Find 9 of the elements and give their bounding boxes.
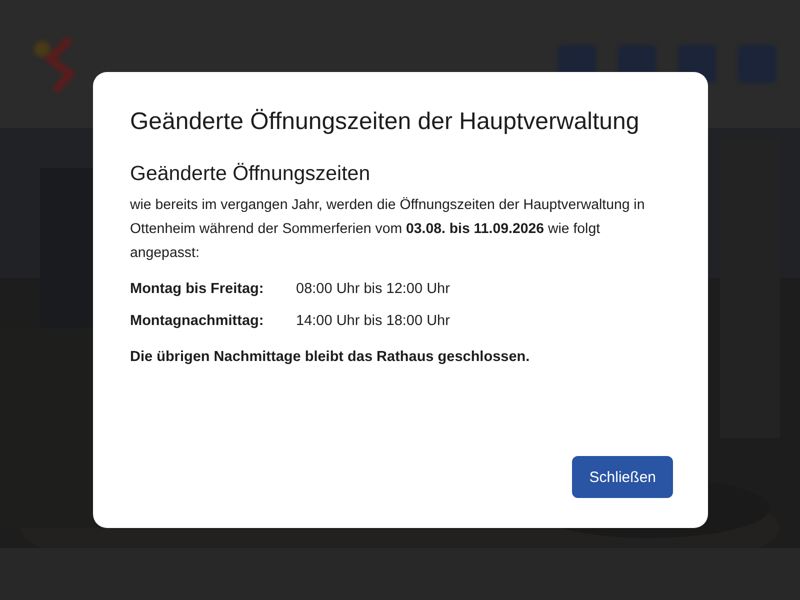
note-text: Die übrigen Nachmittage bleibt das Rathaus geschlossen.: [130, 348, 531, 367]
day-label: Montagnachmittag:: [130, 313, 265, 329]
time-text: 08:00 Uhr bis 12:00 Uhr: [296, 281, 450, 297]
dialog-title: Geänderte Öffnungszeiten der Hauptverwaltung: [130, 107, 640, 137]
day-label: Montag bis Freitag:: [130, 281, 265, 297]
close-button[interactable]: Schließen: [572, 456, 673, 498]
section-heading: Geänderte Öffnungszeiten: [130, 161, 372, 187]
intro-text: wie bereits im vergangen Jahr, werden die Öffnungszeiten der Hauptverwaltung in Ottenheim während der Sommerferien vom 03.08. bis 11.09.2026 wie folgt angepasst:: [130, 196, 646, 263]
time-text: 14:00 Uhr bis 18:00 Uhr: [296, 313, 450, 329]
